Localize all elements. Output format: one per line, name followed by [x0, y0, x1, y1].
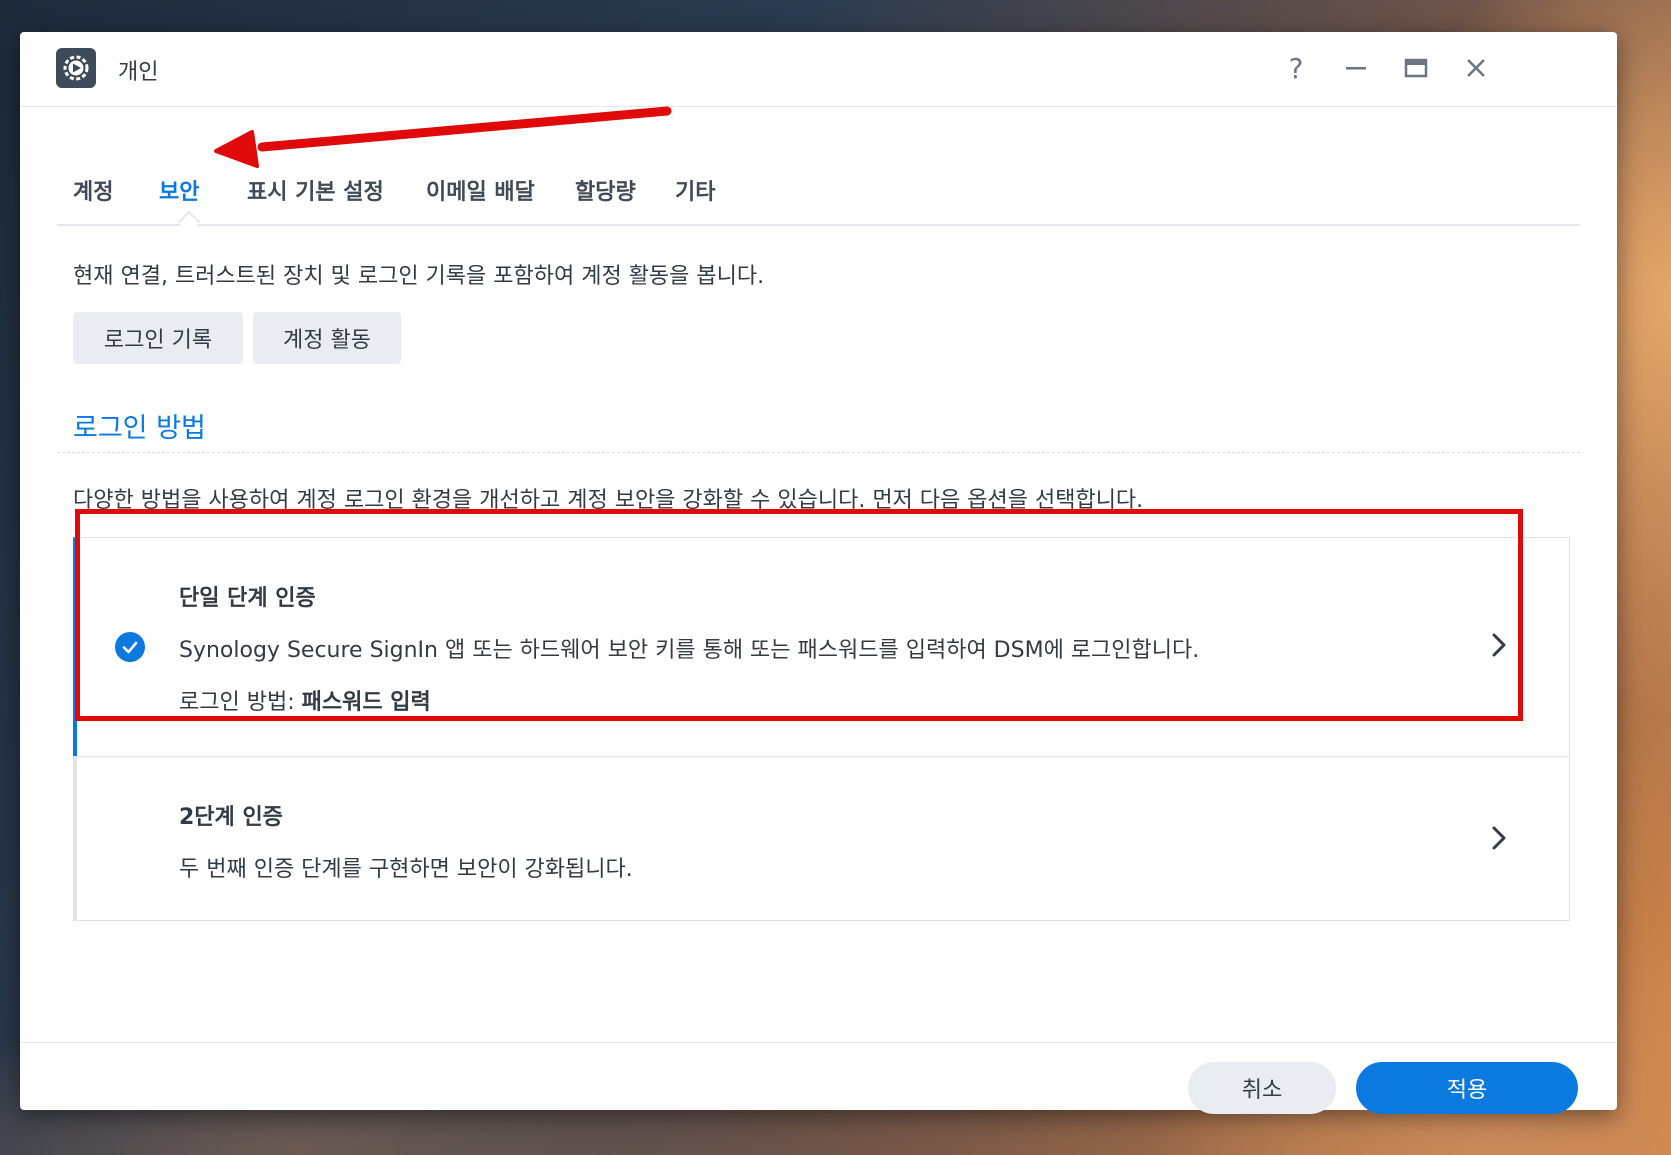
annotation-arrow-icon [214, 106, 672, 168]
